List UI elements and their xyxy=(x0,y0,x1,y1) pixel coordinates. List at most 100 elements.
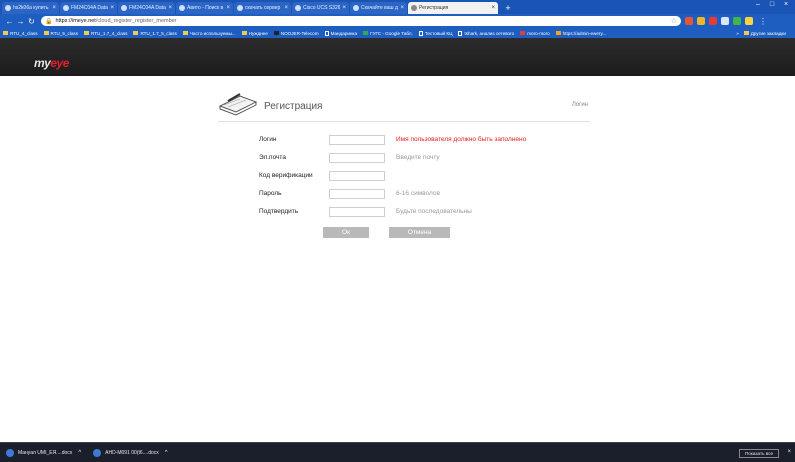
page-title: Регистрация xyxy=(264,101,323,112)
login-input[interactable] xyxy=(329,134,385,145)
browser-tab[interactable]: Скачайте ваш документ× xyxy=(350,2,407,14)
extension-icon[interactable] xyxy=(721,17,729,25)
minimize-icon[interactable]: – xyxy=(751,0,765,10)
bookmark-item[interactable]: RTU_1.7_4_class xyxy=(84,31,127,36)
browser-tab[interactable]: скачать сервер S3200 дл× xyxy=(234,2,291,14)
email-hint: Введите почту xyxy=(396,154,440,161)
downloads-bar: Мануал UMI_ЕЯ....docx ^ AHD-M091 00(t6...… xyxy=(0,442,795,462)
login-link[interactable]: Логин xyxy=(572,102,588,108)
favicon-icon xyxy=(5,5,11,11)
site-logo[interactable]: myeye xyxy=(34,56,69,70)
browser-tab[interactable]: FM24C04A Datasheet(PD× xyxy=(118,2,175,14)
bookmarks-bar: RTU_4_class RTU_5_class RTU_1.7_4_class … xyxy=(0,28,795,38)
extension-icon[interactable] xyxy=(697,17,705,25)
download-item[interactable]: Мануал UMI_ЕЯ....docx ^ xyxy=(6,448,81,457)
close-tab-icon[interactable]: × xyxy=(400,5,404,11)
folder-icon xyxy=(743,31,749,35)
browser-tab-active[interactable]: Регистрация × xyxy=(408,2,498,14)
maximize-icon[interactable]: □ xyxy=(765,0,779,10)
tab-strip: hs2k06a купить в перм× FM24C04A Datashee… xyxy=(0,0,795,14)
browser-tab[interactable]: Авито - Поиск в Google× xyxy=(176,2,233,14)
extension-icon[interactable] xyxy=(745,17,753,25)
cancel-button[interactable]: Отмена xyxy=(389,227,450,238)
word-doc-icon xyxy=(93,448,102,457)
word-doc-icon xyxy=(6,448,14,457)
browser-tab[interactable]: Cisco UCS S3260 Storage× xyxy=(292,2,349,14)
close-tab-icon[interactable]: × xyxy=(110,5,114,11)
lock-icon: 🔒 xyxy=(45,18,53,25)
bookmark-item[interactable]: moro-moro xyxy=(520,31,550,36)
folder-icon xyxy=(84,31,89,35)
chevron-up-icon[interactable]: ^ xyxy=(78,450,81,456)
show-all-downloads-button[interactable]: Показать все xyxy=(738,449,779,458)
new-tab-button[interactable]: + xyxy=(501,2,515,14)
bookmark-item[interactable]: Часто используемы... xyxy=(182,31,236,36)
folder-icon xyxy=(133,31,139,35)
back-icon[interactable]: ← xyxy=(4,17,15,26)
close-tab-icon[interactable]: × xyxy=(52,5,56,11)
extension-icon[interactable] xyxy=(733,17,741,25)
password-input[interactable] xyxy=(329,188,385,199)
more-bookmarks-icon[interactable]: » xyxy=(736,31,739,36)
book-icon xyxy=(218,93,258,116)
close-tab-icon[interactable]: × xyxy=(284,5,288,11)
site-header: myeye xyxy=(0,38,795,76)
bookmark-item[interactable]: Мандаринка xyxy=(324,30,357,36)
login-error: Имя пользователя должно быть заполнено xyxy=(396,136,527,143)
browser-tab[interactable]: hs2k06a купить в перм× xyxy=(2,2,59,14)
browser-toolbar: ← → ↻ 🔒 https://imeye.net /cloud_registe… xyxy=(0,14,795,28)
field-label: Код верификации xyxy=(259,172,313,179)
close-window-icon[interactable]: × xyxy=(779,0,793,10)
forward-icon[interactable]: → xyxy=(15,17,26,26)
close-tab-icon[interactable]: × xyxy=(342,5,346,11)
bookmark-item[interactable]: RTU_5_class xyxy=(43,31,78,36)
email-input[interactable] xyxy=(329,152,385,163)
field-label: Подтвердить xyxy=(259,208,299,215)
bookmark-item[interactable]: tshark, анализ сетевого xyxy=(458,30,514,36)
window-controls: – □ × xyxy=(751,0,793,10)
field-label: Логин xyxy=(259,136,277,143)
bookmark-star-icon[interactable]: ☆ xyxy=(671,17,677,25)
page-content: Регистрация Логин Логин Имя пользователя… xyxy=(0,76,795,442)
menu-icon[interactable]: ⋮ xyxy=(759,17,767,26)
sheets-icon xyxy=(363,31,369,35)
close-tab-icon[interactable]: × xyxy=(168,5,172,11)
favicon-icon xyxy=(237,5,243,11)
favicon-icon xyxy=(179,5,185,11)
extension-icon[interactable] xyxy=(685,17,693,25)
bookmark-item[interactable]: https://admin-ewery... xyxy=(555,31,606,36)
password-hint: 6-16 символов xyxy=(396,190,440,197)
confirm-password-input[interactable] xyxy=(329,206,385,217)
close-tab-icon[interactable]: × xyxy=(226,5,230,11)
bookmark-item[interactable]: RTU_4_class xyxy=(3,31,38,36)
ok-button[interactable]: Ок xyxy=(323,227,369,238)
page-icon xyxy=(324,30,329,36)
download-item[interactable]: AHD-M091 00(t6....docx ^ xyxy=(93,448,168,457)
bookmark-item[interactable]: Нужднее xyxy=(241,31,268,36)
chevron-up-icon[interactable]: ^ xyxy=(165,450,168,456)
folder-icon xyxy=(3,31,8,35)
browser-tab[interactable]: FM24C04A Datasheet PD× xyxy=(60,2,117,14)
bookmark-item[interactable]: Тестовый КЦ xyxy=(418,30,452,36)
page-icon xyxy=(458,30,463,36)
folder-icon xyxy=(43,31,49,35)
field-label: Пароль xyxy=(259,190,282,197)
reload-icon[interactable]: ↻ xyxy=(26,17,37,26)
bookmark-item[interactable]: NOOJER-Telecom xyxy=(273,31,319,36)
address-bar[interactable]: 🔒 https://imeye.net /cloud_register_regi… xyxy=(41,16,681,26)
other-bookmarks[interactable]: Другие закладки xyxy=(743,31,786,36)
favicon-icon xyxy=(411,5,417,11)
confirm-hint: Будьте последовательны xyxy=(396,208,472,215)
close-tab-icon[interactable]: × xyxy=(491,5,495,11)
url-path: /cloud_register_register_member xyxy=(95,18,177,24)
folder-icon xyxy=(273,31,279,35)
extension-icon[interactable] xyxy=(709,17,717,25)
page-icon xyxy=(418,30,423,36)
bookmark-item[interactable]: ГУГС - Google Табл. xyxy=(363,31,413,36)
bookmark-item[interactable]: RTU_1.7_5_class xyxy=(133,31,177,36)
folder-icon xyxy=(241,31,247,35)
page-icon xyxy=(520,31,526,35)
verification-code-input[interactable] xyxy=(329,170,385,181)
close-downloads-icon[interactable]: × xyxy=(787,449,791,455)
url-host: https://imeye.net xyxy=(55,18,96,24)
